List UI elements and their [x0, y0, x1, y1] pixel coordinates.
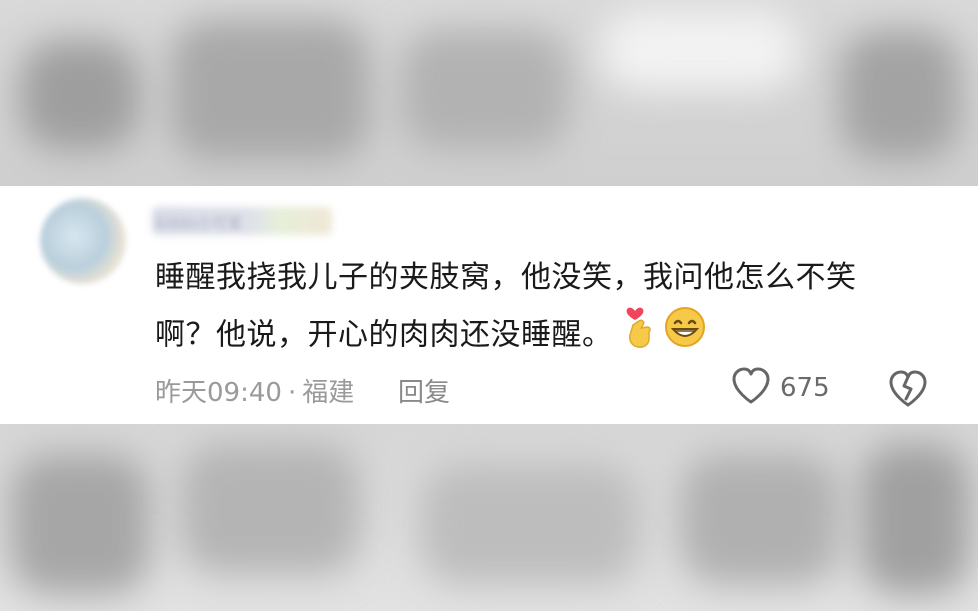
broken-heart-icon [888, 370, 928, 413]
reply-button[interactable]: 回复 [398, 372, 450, 409]
comment-line-2: 啊？他说，开心的肉肉还没睡醒。 [155, 305, 915, 367]
blurred-background-top [0, 0, 978, 186]
screenshot-stage: kiddo小可爱 睡醒我挠我儿子的夹肢窝，他没笑，我问他怎么不笑 啊？他说，开心… [0, 0, 978, 611]
finger-heart-icon [621, 305, 655, 367]
comment-meta: 昨天09:40 · 福建 [155, 372, 354, 409]
blurred-background-bottom [0, 424, 978, 611]
grin-icon [663, 305, 707, 367]
comment-content: 睡醒我挠我儿子的夹肢窝，他没笑，我问他怎么不笑 啊？他说，开心的肉肉还没睡醒。 [155, 251, 915, 367]
comment-location: 福建 [302, 378, 355, 408]
comment-line-1: 睡醒我挠我儿子的夹肢窝，他没笑，我问他怎么不笑 [155, 260, 857, 295]
meta-separator: · [287, 378, 297, 408]
like-button[interactable]: 675 [730, 366, 830, 410]
comment-line-2-text: 啊？他说，开心的肉肉还没睡醒。 [155, 317, 613, 353]
heart-icon [730, 366, 772, 410]
username[interactable]: kiddo小可爱 [156, 212, 242, 233]
like-count: 675 [780, 373, 830, 403]
dislike-button[interactable] [888, 369, 928, 409]
avatar[interactable] [40, 198, 126, 284]
comment-time: 昨天09:40 [155, 378, 282, 408]
